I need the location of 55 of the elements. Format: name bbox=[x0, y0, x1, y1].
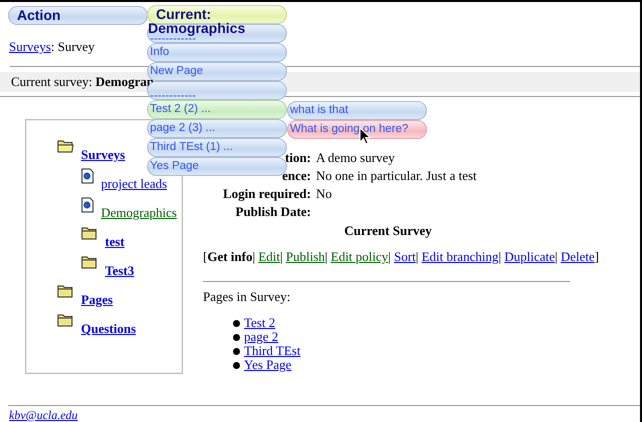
bullet-icon bbox=[233, 362, 240, 368]
menu-title: Current: bbox=[156, 7, 212, 21]
field-value: A demo survey bbox=[316, 149, 395, 167]
current-action: Get info bbox=[207, 249, 252, 264]
current-survey-label: Current survey: bbox=[11, 74, 94, 89]
page-link[interactable]: Third TEst bbox=[244, 344, 300, 358]
tree-link[interactable]: Surveys bbox=[81, 147, 126, 163]
menu-subtitle: Demographics bbox=[148, 21, 246, 35]
bullet-icon bbox=[233, 320, 240, 326]
bracket: ] bbox=[594, 249, 599, 264]
separator: | bbox=[388, 249, 391, 264]
field-value: No bbox=[316, 185, 332, 203]
menu-button[interactable]: Action bbox=[8, 6, 148, 25]
tree-link[interactable]: Test3 bbox=[105, 263, 134, 279]
separator: | bbox=[416, 249, 418, 264]
tree-link[interactable]: Pages bbox=[81, 292, 113, 308]
menu-item[interactable]: Test 2 (2) ... bbox=[147, 100, 287, 119]
action-link[interactable]: Sort bbox=[394, 249, 416, 264]
tree-link[interactable]: Demographics bbox=[101, 205, 177, 221]
separator: | bbox=[554, 249, 558, 264]
tree-link[interactable]: test bbox=[105, 234, 124, 250]
action-link[interactable]: Publish bbox=[286, 249, 325, 264]
action-link[interactable]: Delete bbox=[560, 249, 595, 264]
web-page-icon bbox=[81, 197, 94, 213]
page-link[interactable]: Yes Page bbox=[244, 358, 292, 372]
separator: | bbox=[324, 249, 328, 264]
page-link[interactable]: page 2 bbox=[244, 330, 278, 344]
submenu-item[interactable]: what is that bbox=[287, 101, 427, 120]
web-page-icon bbox=[81, 168, 94, 184]
submenu-item[interactable]: What is going on here? bbox=[287, 120, 427, 139]
separator: | bbox=[498, 249, 502, 264]
bracket: [ bbox=[203, 249, 208, 264]
pages-label: Pages in Survey: bbox=[203, 289, 292, 305]
page-link[interactable]: Test 2 bbox=[244, 316, 276, 330]
email-link[interactable]: kbv@ucla.edu bbox=[9, 409, 78, 422]
tree-link[interactable]: project leads bbox=[101, 176, 168, 192]
action-link[interactable]: Duplicate bbox=[504, 249, 555, 264]
bullet-icon bbox=[233, 334, 240, 340]
field-label: Publish Date: bbox=[236, 204, 311, 219]
field-value: No one in particular. Just a test bbox=[316, 167, 477, 185]
menu-item[interactable]: page 2 (3) ... bbox=[147, 119, 287, 138]
separator: | bbox=[252, 249, 256, 264]
field-label: tion: bbox=[285, 150, 311, 165]
section-heading: Current Survey bbox=[343, 222, 433, 240]
field-label: Login required: bbox=[222, 186, 311, 201]
action-link[interactable]: Edit bbox=[258, 249, 280, 264]
breadcrumb-link[interactable]: Surveys bbox=[9, 39, 51, 54]
menu-item[interactable]: New Page bbox=[147, 62, 287, 81]
tree-link[interactable]: Questions bbox=[81, 321, 136, 337]
separator: | bbox=[280, 249, 283, 264]
action-link[interactable]: Edit branching bbox=[422, 249, 498, 264]
bullet-icon bbox=[233, 348, 240, 354]
action-link[interactable]: Edit policy bbox=[330, 249, 388, 264]
breadcrumb-text: : Survey bbox=[50, 39, 95, 54]
menu-item[interactable]: Info bbox=[147, 43, 287, 62]
